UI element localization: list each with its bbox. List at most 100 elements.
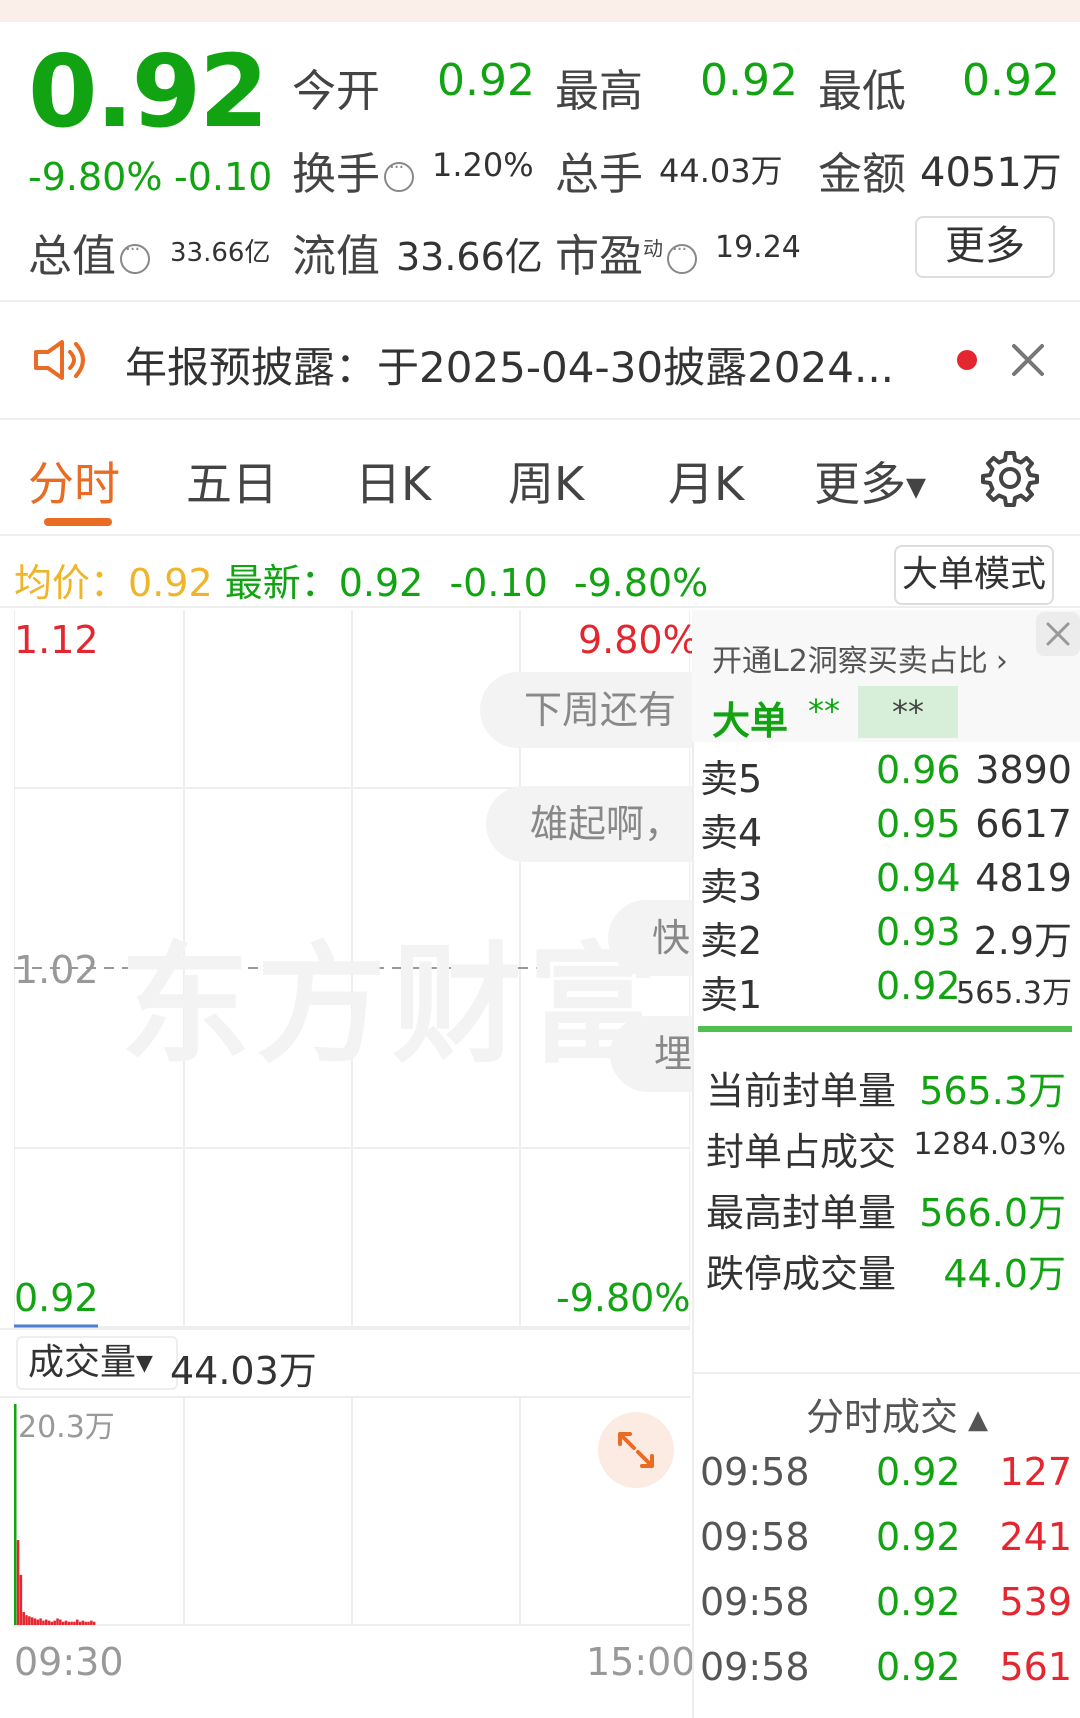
expand-button[interactable] [598, 1412, 674, 1488]
tab-weekly-k[interactable]: 周K [508, 448, 584, 514]
tick-row[interactable]: 09:58 0.92 539 [700, 1580, 1072, 1645]
tick-time: 09:58 [700, 1515, 810, 1559]
turnover-label[interactable]: 换手 [292, 138, 414, 202]
volume-bar [56, 1618, 59, 1625]
tab-five-day[interactable]: 五日 [186, 448, 278, 514]
float-label: 流值 [292, 231, 380, 282]
volume-bar [36, 1619, 40, 1625]
divider [0, 418, 1080, 420]
chevron-right-icon: › [995, 644, 1008, 679]
pe-sup: 动 [643, 236, 663, 261]
volume-bar [44, 1619, 48, 1625]
l2-title[interactable]: 开通L2洞察买卖占比 › [712, 636, 1008, 680]
big-order-label: 大单 [712, 699, 789, 743]
volume-value: 44.03万 [659, 152, 783, 190]
active-tab-indicator [44, 518, 112, 526]
volume-bar [42, 1620, 45, 1625]
seal-label: 跌停成交量 [706, 1252, 897, 1296]
gear-icon[interactable] [980, 448, 1040, 508]
volume-bar [22, 1611, 25, 1625]
tick-row[interactable]: 09:58 0.92 127 [700, 1450, 1072, 1515]
ob-label: 卖4 [700, 811, 763, 855]
tick-volume: 539 [999, 1580, 1072, 1624]
tick-title[interactable]: 分时成交 ▲ [806, 1386, 988, 1441]
volume-selector[interactable]: 成交量▼ [16, 1336, 178, 1390]
change-amount: -0.10 [174, 155, 273, 199]
tick-volume: 561 [999, 1645, 1072, 1689]
big-order-buy: ** [808, 692, 840, 730]
tick-row[interactable]: 09:58 0.92 561 [700, 1645, 1072, 1710]
time-end: 15:00 [586, 1640, 696, 1684]
volume-bar [47, 1620, 51, 1625]
tab-daily-k[interactable]: 日K [355, 448, 431, 514]
seal-value: 1284.03% [913, 1127, 1066, 1162]
caret-down-icon: ▼ [136, 1351, 153, 1376]
low-label: 最低 [818, 66, 906, 117]
seal-row: 跌停成交量 44.0万 [706, 1243, 1066, 1298]
pct-axis-top: 9.80% [578, 618, 699, 662]
big-order-mode-button[interactable]: 大单模式 [894, 545, 1054, 605]
ob-price: 0.92 [876, 964, 961, 1008]
volume-chart[interactable] [14, 1396, 690, 1626]
close-icon[interactable] [1036, 612, 1080, 656]
close-icon[interactable] [1010, 342, 1046, 378]
volume-bar [53, 1620, 56, 1625]
volume-bar [25, 1615, 28, 1625]
volume-bar [75, 1619, 79, 1625]
tick-price: 0.92 [876, 1580, 961, 1624]
info-icon[interactable] [384, 157, 414, 192]
tab-more[interactable]: 更多▼ [814, 448, 926, 514]
volume-bar [28, 1616, 31, 1625]
orderbook-row[interactable]: 卖2 0.93 2.9万 [700, 910, 1072, 964]
orderbook-row[interactable]: 卖1 0.92 565.3万 [700, 964, 1072, 1018]
seal-row: 封单占成交 1284.03% [706, 1121, 1066, 1176]
status-strip [0, 0, 1080, 22]
volume-bar [19, 1574, 23, 1625]
tick-volume: 127 [999, 1450, 1072, 1494]
ob-volume: 565.3万 [956, 976, 1072, 1011]
info-icon[interactable] [120, 239, 150, 274]
seal-value: 44.0万 [943, 1252, 1066, 1296]
tick-time: 09:58 [700, 1450, 810, 1494]
y-axis-top: 1.12 [14, 618, 99, 662]
change-percent: -9.80% [28, 155, 163, 199]
speaker-icon [34, 340, 85, 380]
mktcap-label-text: 总值 [28, 231, 116, 282]
ob-label: 卖3 [700, 865, 763, 909]
pe-value: 19.24 [715, 230, 801, 265]
current-price: 0.92 [28, 33, 269, 150]
latest-value: 0.92 [338, 561, 424, 605]
mktcap-label[interactable]: 总值 [28, 220, 150, 284]
mktcap-value: 33.66亿 [170, 238, 271, 268]
volume-bar [84, 1621, 87, 1625]
tab-monthly-k[interactable]: 月K [668, 448, 744, 514]
divider [0, 1328, 690, 1330]
notice-text[interactable]: 年报预披露：于2025-04-30披露2024... [125, 334, 894, 395]
ob-volume: 4819 [975, 856, 1072, 900]
more-button[interactable]: 更多 [915, 216, 1055, 278]
volume-bar [90, 1620, 93, 1625]
tab-intraday[interactable]: 分时 [28, 448, 120, 514]
ob-price: 0.94 [876, 856, 961, 900]
orderbook-row[interactable]: 卖5 0.96 3890 [700, 748, 1072, 802]
divider [0, 300, 1080, 302]
tick-row[interactable]: 09:58 0.92 241 [700, 1515, 1072, 1580]
tick-price: 0.92 [876, 1515, 961, 1559]
seal-label: 封单占成交 [706, 1130, 897, 1174]
volume-bar [92, 1621, 96, 1625]
volume-bar [50, 1621, 54, 1625]
volume-bar [70, 1621, 73, 1625]
volume-bar [67, 1621, 71, 1625]
ob-volume: 3890 [975, 748, 1072, 792]
volume-bar [87, 1621, 90, 1625]
seal-row: 最高封单量 566.0万 [706, 1182, 1066, 1237]
float-value: 33.66亿 [396, 235, 543, 279]
volume-bar [73, 1621, 76, 1625]
orderbook-row[interactable]: 卖4 0.95 6617 [700, 802, 1072, 856]
high-label: 最高 [555, 66, 643, 117]
info-icon[interactable] [667, 239, 697, 274]
orderbook-row[interactable]: 卖3 0.94 4819 [700, 856, 1072, 910]
latest-change: -0.10 [449, 561, 548, 605]
pe-label[interactable]: 市盈动 [555, 220, 697, 284]
volume-bar [16, 1540, 20, 1625]
